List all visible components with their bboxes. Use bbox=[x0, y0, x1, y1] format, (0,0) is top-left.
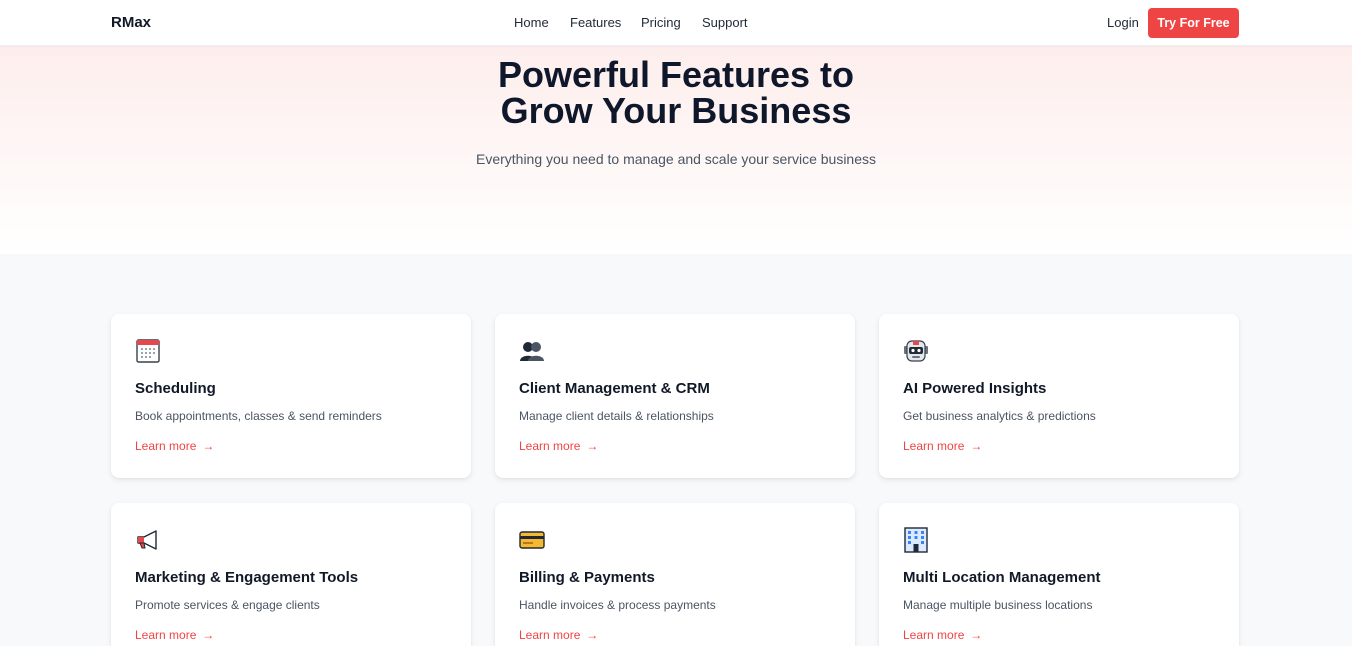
learn-more-label: Learn more bbox=[519, 439, 581, 453]
card-title: Billing & Payments bbox=[519, 569, 655, 586]
arrow-right-icon: → bbox=[970, 628, 983, 642]
hero-title: Powerful Features to Grow Your Business bbox=[0, 57, 1352, 129]
nav-link-pricing[interactable]: Pricing bbox=[641, 15, 681, 30]
feature-card-ai-insights[interactable]: AI Powered Insights Get business analyti… bbox=[879, 314, 1239, 478]
card-title: AI Powered Insights bbox=[903, 380, 1047, 397]
credit-card-icon bbox=[519, 527, 545, 553]
feature-card-marketing[interactable]: Marketing & Engagement Tools Promote ser… bbox=[111, 503, 471, 646]
people-icon bbox=[519, 338, 545, 364]
learn-more-label: Learn more bbox=[903, 628, 965, 642]
arrow-right-icon: → bbox=[586, 628, 599, 642]
learn-more-link[interactable]: Learn more → bbox=[519, 628, 598, 642]
try-for-free-button[interactable]: Try For Free bbox=[1148, 8, 1239, 38]
learn-more-link[interactable]: Learn more → bbox=[135, 439, 214, 453]
feature-card-multi-location[interactable]: Multi Location Management Manage multipl… bbox=[879, 503, 1239, 646]
card-description: Get business analytics & predictions bbox=[903, 409, 1096, 423]
calendar-icon bbox=[135, 338, 161, 364]
learn-more-link[interactable]: Learn more → bbox=[135, 628, 214, 642]
learn-more-link[interactable]: Learn more → bbox=[903, 628, 982, 642]
nav-link-home[interactable]: Home bbox=[514, 15, 549, 30]
card-title: Marketing & Engagement Tools bbox=[135, 569, 359, 586]
hero-subtitle: Everything you need to manage and scale … bbox=[475, 151, 876, 167]
learn-more-link[interactable]: Learn more → bbox=[903, 439, 982, 453]
learn-more-label: Learn more bbox=[135, 439, 197, 453]
feature-card-scheduling[interactable]: Scheduling Book appointments, classes & … bbox=[111, 314, 471, 478]
card-title: Multi Location Management bbox=[903, 569, 1101, 586]
card-description: Manage client details & relationships bbox=[519, 409, 714, 423]
arrow-right-icon: → bbox=[202, 439, 215, 453]
login-link[interactable]: Login bbox=[1107, 15, 1139, 30]
hero-title-line-2: Grow Your Business bbox=[500, 90, 852, 131]
learn-more-link[interactable]: Learn more → bbox=[519, 439, 598, 453]
arrow-right-icon: → bbox=[586, 439, 599, 453]
card-description: Promote services & engage clients bbox=[135, 598, 320, 612]
card-title: Client Management & CRM bbox=[519, 380, 710, 397]
card-description: Manage multiple business locations bbox=[903, 598, 1093, 612]
learn-more-label: Learn more bbox=[135, 628, 197, 642]
office-building-icon bbox=[903, 527, 929, 553]
card-title: Scheduling bbox=[135, 380, 216, 397]
feature-card-client-management[interactable]: Client Management & CRM Manage client de… bbox=[495, 314, 855, 478]
arrow-right-icon: → bbox=[202, 628, 215, 642]
features-page: RMax Home Features Pricing Support Login… bbox=[0, 0, 1352, 646]
card-description: Book appointments, classes & send remind… bbox=[135, 409, 382, 423]
top-navbar: RMax Home Features Pricing Support Login… bbox=[0, 0, 1352, 46]
robot-icon bbox=[903, 338, 929, 364]
feature-card-billing[interactable]: Billing & Payments Handle invoices & pro… bbox=[495, 503, 855, 646]
learn-more-label: Learn more bbox=[519, 628, 581, 642]
learn-more-label: Learn more bbox=[903, 439, 965, 453]
nav-link-features[interactable]: Features bbox=[570, 15, 621, 30]
card-description: Handle invoices & process payments bbox=[519, 598, 716, 612]
megaphone-icon bbox=[135, 527, 161, 553]
hero-section: Powerful Features to Grow Your Business … bbox=[0, 46, 1352, 254]
arrow-right-icon: → bbox=[970, 439, 983, 453]
hero-title-line-1: Powerful Features to bbox=[497, 54, 855, 95]
nav-link-support[interactable]: Support bbox=[702, 15, 748, 30]
